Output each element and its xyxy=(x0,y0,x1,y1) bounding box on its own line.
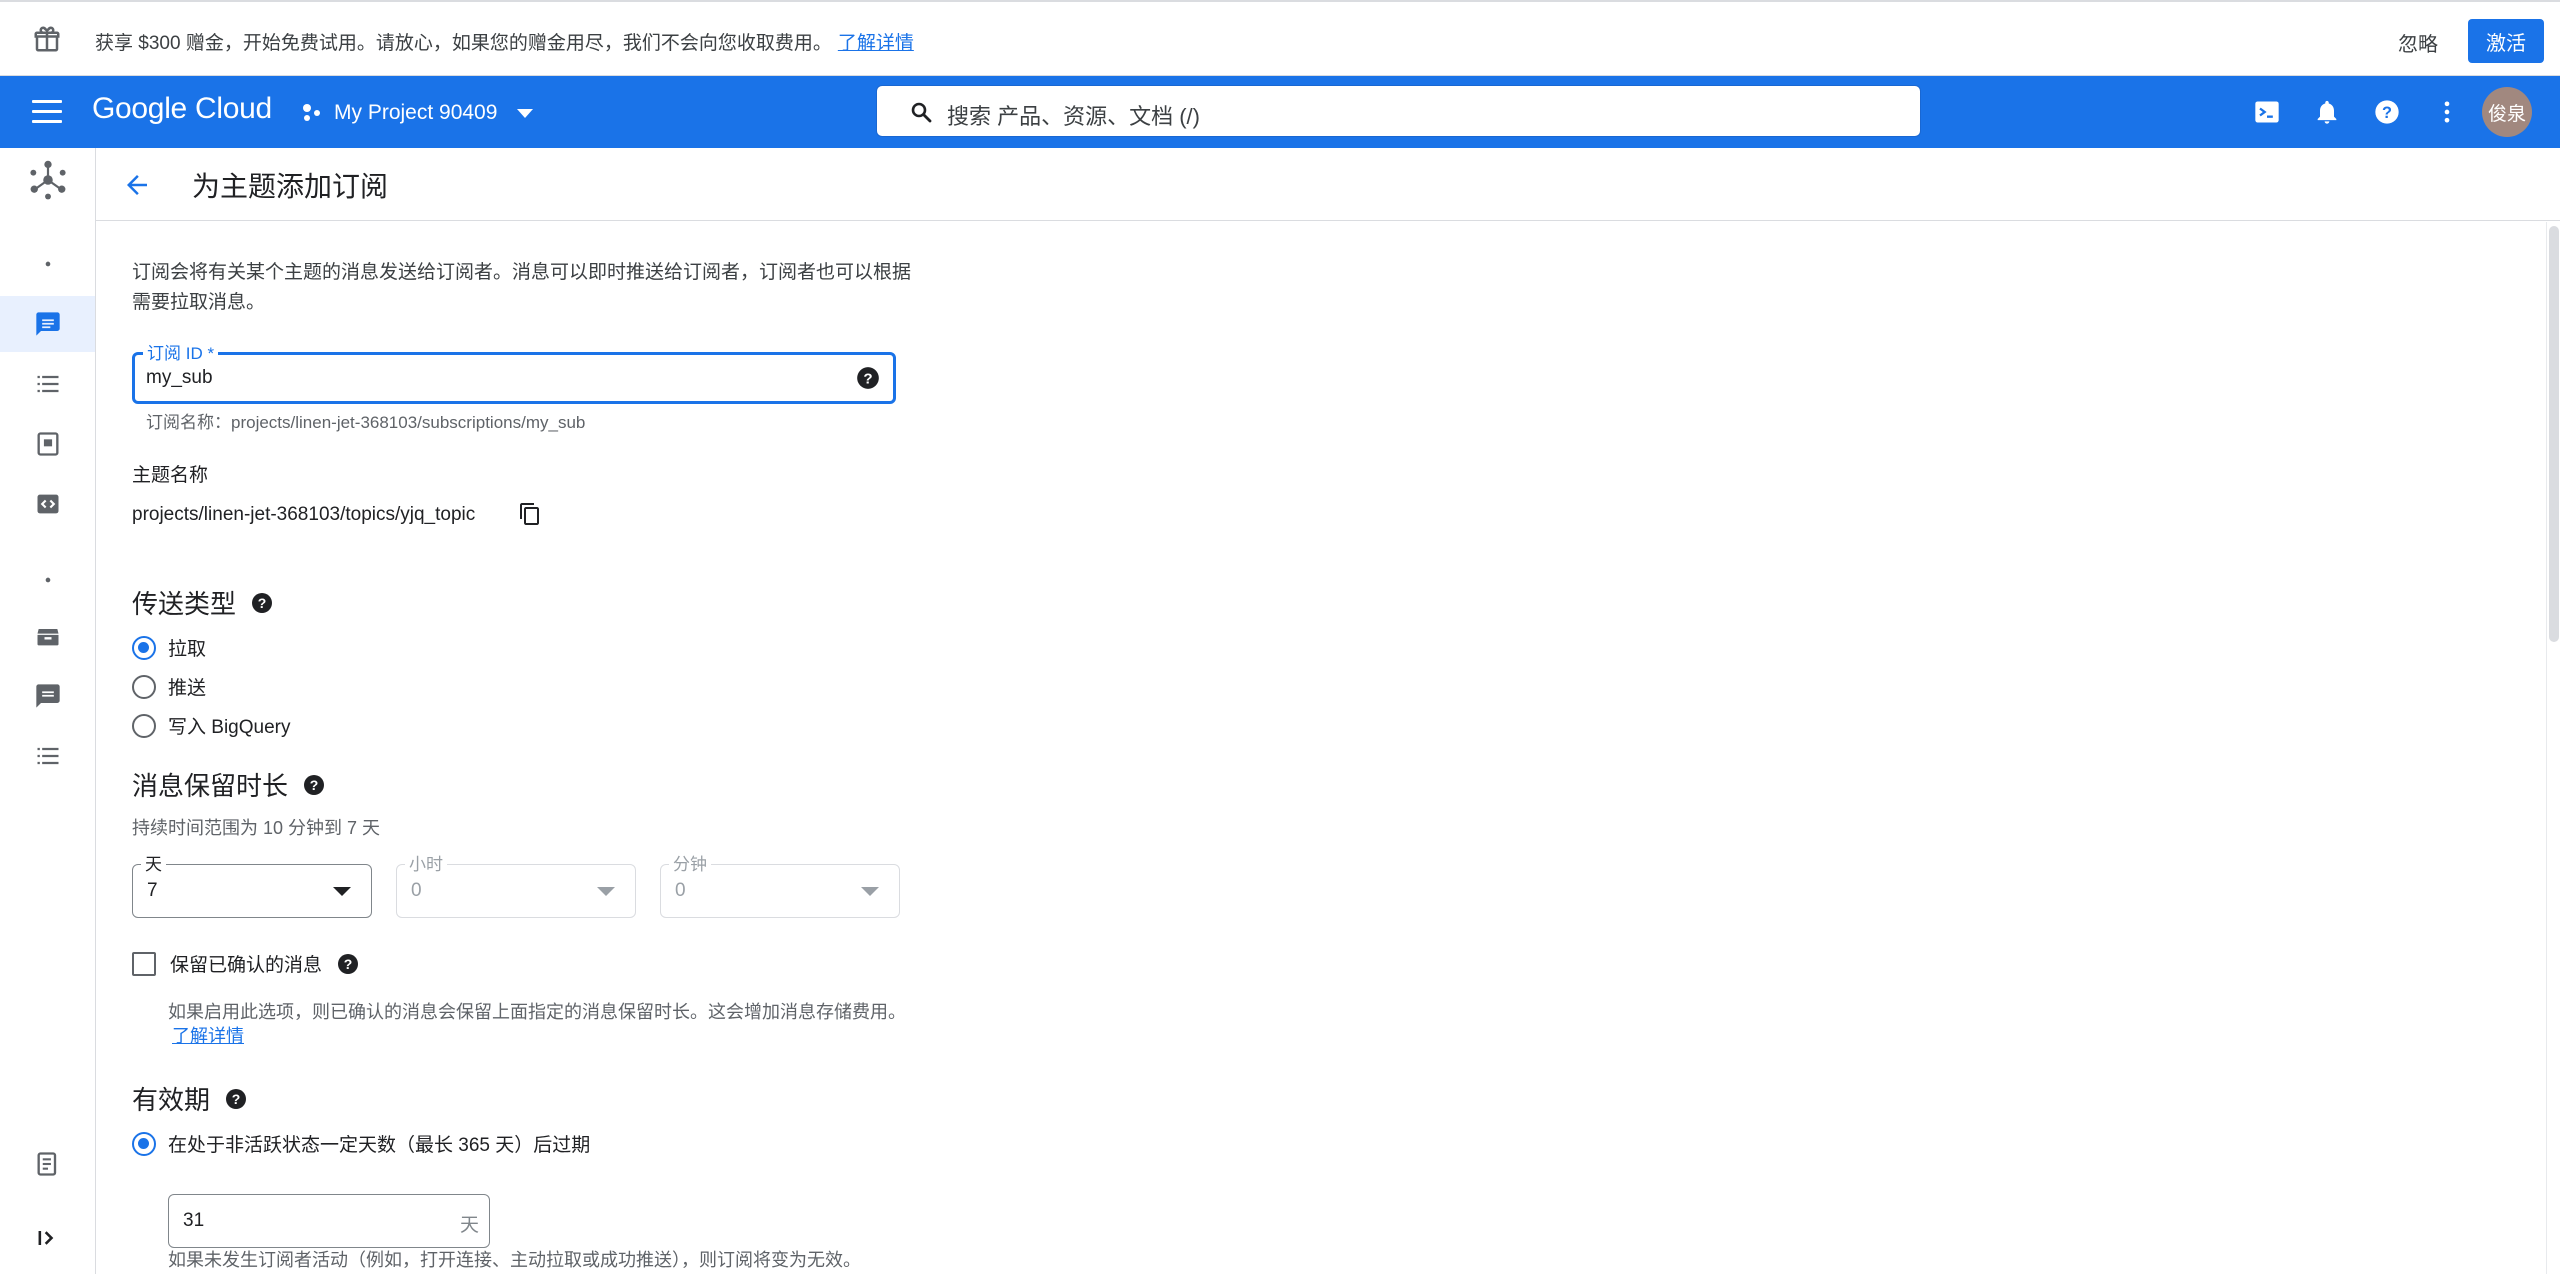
retention-title: 消息保留时长 xyxy=(132,771,289,801)
gift-icon xyxy=(34,26,60,52)
help-icon[interactable]: ? xyxy=(855,365,881,391)
notifications-bell-icon[interactable] xyxy=(2313,98,2341,126)
promo-learn-more-link[interactable]: 了解详情 xyxy=(838,33,914,54)
expiration-days-input[interactable]: 31 天 xyxy=(168,1194,490,1248)
help-icon[interactable]: ? xyxy=(224,1087,248,1111)
more-vert-icon[interactable] xyxy=(2433,98,2461,126)
pubsub-logo-icon[interactable] xyxy=(26,158,70,202)
delivery-push-radio[interactable]: 推送 xyxy=(132,673,206,700)
subscriptions-list-icon[interactable] xyxy=(34,370,62,398)
back-arrow-icon[interactable] xyxy=(122,170,152,200)
help-icon[interactable]: ? xyxy=(2373,98,2401,126)
dismiss-button[interactable]: 忽略 xyxy=(2398,28,2438,57)
schemas-icon[interactable] xyxy=(34,490,62,518)
copy-icon[interactable] xyxy=(518,502,542,526)
subscription-id-value: my_sub xyxy=(146,367,213,388)
radio-unchecked-icon xyxy=(132,674,156,699)
project-dots-icon xyxy=(303,104,320,121)
project-name: My Project 90409 xyxy=(334,101,498,124)
retain-acked-label: 保留已确认的消息 xyxy=(170,955,323,976)
retain-acked-note: 如果启用此选项，则已确认的消息会保留上面指定的消息保留时长。这会增加消息存储费用… xyxy=(168,1002,906,1046)
google-cloud-logo[interactable]: Google Cloud xyxy=(92,92,272,126)
radio-unchecked-icon xyxy=(132,713,156,738)
delivery-pull-radio[interactable]: 拉取 xyxy=(132,634,206,661)
lite-topics-icon[interactable] xyxy=(34,682,62,710)
topic-name-value: projects/linen-jet-368103/topics/yjq_top… xyxy=(132,504,476,525)
chevron-down-icon xyxy=(517,108,534,118)
retention-days-select[interactable]: 天 7 xyxy=(132,850,372,918)
radio-checked-icon xyxy=(132,1131,156,1156)
search-placeholder: 搜索 产品、资源、文档 (/) xyxy=(947,104,1200,129)
dot-icon xyxy=(45,261,51,267)
delivery-bigquery-radio[interactable]: 写入 BigQuery xyxy=(132,712,290,739)
scrollbar-thumb[interactable] xyxy=(2549,226,2559,642)
help-icon[interactable]: ? xyxy=(336,952,360,976)
svg-text:?: ? xyxy=(232,1091,241,1107)
caret-down-icon xyxy=(333,887,351,896)
subscription-id-input[interactable]: 订阅 ID * my_sub ? xyxy=(132,339,896,404)
retention-hours-select: 小时 0 xyxy=(396,850,636,918)
retention-hours-value: 0 xyxy=(411,880,422,901)
retention-days-label: 天 xyxy=(141,850,166,875)
top-header: Google Cloud My Project 90409 搜索 产品、资源、文… xyxy=(0,76,2560,148)
delivery-type-heading: 传送类型 ? xyxy=(132,584,274,621)
caret-down-icon xyxy=(597,887,615,896)
project-selector[interactable]: My Project 90409 xyxy=(300,96,534,130)
retention-minutes-value: 0 xyxy=(675,880,686,901)
retention-heading: 消息保留时长 ? xyxy=(132,766,326,803)
page-description: 订阅会将有关某个主题的消息发送给订阅者。消息可以即时推送给订阅者，订阅者也可以根… xyxy=(132,262,912,313)
retention-minutes-select: 分钟 0 xyxy=(660,850,900,918)
expiration-days-value: 31 xyxy=(183,1210,205,1231)
menu-icon[interactable] xyxy=(32,100,62,124)
page-scrollbar[interactable] xyxy=(2546,222,2560,1274)
search-icon xyxy=(911,102,932,123)
expand-rail-icon[interactable] xyxy=(34,1224,62,1252)
svg-text:?: ? xyxy=(2382,104,2392,122)
search-input[interactable]: 搜索 产品、资源、文档 (/) xyxy=(876,85,1921,137)
retention-subtitle: 持续时间范围为 10 分钟到 7 天 xyxy=(132,818,381,838)
expiration-option-label: 在处于非活跃状态一定天数（最长 365 天）后过期 xyxy=(168,1135,591,1156)
avatar[interactable]: 俊泉 xyxy=(2482,87,2532,137)
subscription-name-hint: 订阅名称：projects/linen-jet-368103/subscript… xyxy=(146,413,586,432)
lite-reservations-icon[interactable] xyxy=(34,622,62,650)
delivery-bigquery-label: 写入 BigQuery xyxy=(168,717,291,738)
page-titlebar: 为主题添加订阅 xyxy=(96,148,2560,221)
delivery-pull-label: 拉取 xyxy=(168,639,207,660)
expiration-title: 有效期 xyxy=(132,1085,211,1115)
help-icon[interactable]: ? xyxy=(250,591,274,615)
topics-icon[interactable] xyxy=(34,310,62,338)
caret-down-icon xyxy=(861,887,879,896)
snapshots-icon[interactable] xyxy=(34,430,62,458)
expiration-heading: 有效期 ? xyxy=(132,1080,248,1117)
topic-name-label: 主题名称 xyxy=(132,465,209,486)
promo-banner: 获享 $300 赠金，开始免费试用。请放心，如果您的赠金用尽，我们不会向您收取费… xyxy=(0,0,2560,76)
main-content: 订阅会将有关某个主题的消息发送给订阅者。消息可以即时推送给订阅者，订阅者也可以根… xyxy=(96,222,2560,1274)
svg-text:?: ? xyxy=(344,956,353,972)
retain-acked-checkbox[interactable]: 保留已确认的消息 ? xyxy=(132,950,360,977)
checkbox-unchecked-icon xyxy=(132,951,156,976)
release-notes-icon[interactable] xyxy=(34,1150,62,1178)
retention-learn-more-link[interactable]: 了解详情 xyxy=(172,1026,244,1046)
svg-text:?: ? xyxy=(258,595,267,611)
cloud-shell-icon[interactable] xyxy=(2253,98,2281,126)
retention-minutes-label: 分钟 xyxy=(669,850,711,875)
expiration-days-unit: 天 xyxy=(459,1215,479,1236)
promo-text: 获享 $300 赠金，开始免费试用。请放心，如果您的赠金用尽，我们不会向您收取费… xyxy=(95,33,914,54)
delivery-type-title: 传送类型 xyxy=(132,589,237,619)
subscription-id-label: 订阅 ID * xyxy=(143,339,219,364)
page-title: 为主题添加订阅 xyxy=(192,171,389,202)
svg-text:?: ? xyxy=(863,370,872,387)
expiration-note: 如果未发生订阅者活动（例如，打开连接、主动拉取或成功推送），则订阅将变为无效。 xyxy=(168,1250,861,1270)
lite-subscriptions-icon[interactable] xyxy=(34,742,62,770)
left-rail xyxy=(0,148,96,1274)
dot-icon xyxy=(45,577,51,583)
expiration-inactive-radio[interactable]: 在处于非活跃状态一定天数（最长 365 天）后过期 xyxy=(132,1130,590,1157)
activate-button[interactable]: 激活 xyxy=(2468,19,2544,63)
radio-checked-icon xyxy=(132,635,156,660)
help-icon[interactable]: ? xyxy=(302,773,326,797)
retention-days-value: 7 xyxy=(147,880,158,901)
delivery-push-label: 推送 xyxy=(168,678,207,699)
retention-hours-label: 小时 xyxy=(405,850,447,875)
svg-text:?: ? xyxy=(310,777,319,793)
